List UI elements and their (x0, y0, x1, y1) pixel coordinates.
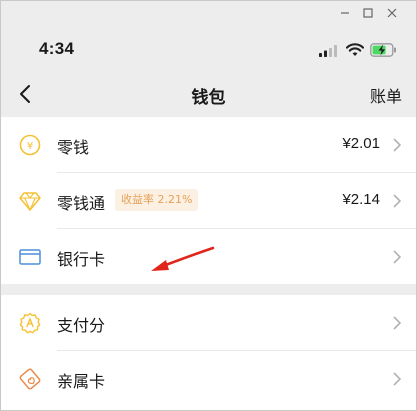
wifi-icon (346, 43, 364, 56)
phone-status-bar: 4:34 (1, 25, 416, 73)
chevron-right-icon (393, 250, 402, 264)
window-titlebar (1, 1, 416, 25)
maximize-icon (363, 8, 373, 18)
chevron-right-icon (393, 138, 402, 152)
app-window: 4:34 钱包 账单 ¥ 零钱 ¥2.01 零钱通 收益率 2.21% ¥2.1… (0, 0, 417, 411)
chevron-right-icon (393, 194, 402, 208)
minimize-button[interactable] (337, 5, 353, 21)
bank-card-icon (18, 245, 42, 269)
family-card-icon (18, 367, 42, 391)
pay-score-icon (18, 311, 42, 335)
chevron-right-icon (393, 316, 402, 330)
item-label: 银行卡 (57, 250, 106, 269)
item-label: 零钱 (57, 138, 90, 157)
item-value: ¥2.01 (342, 135, 380, 152)
battery-charging-icon (370, 43, 396, 57)
list-item-lingqiantong[interactable]: 零钱通 收益率 2.21% ¥2.14 (1, 173, 416, 229)
chevron-right-icon (393, 372, 402, 386)
minimize-icon (341, 12, 349, 14)
maximize-button[interactable] (360, 5, 376, 21)
close-button[interactable] (384, 5, 400, 21)
diamond-icon (18, 189, 42, 213)
status-time: 4:34 (39, 39, 75, 58)
item-label: 支付分 (57, 316, 106, 335)
list-item-pay-score[interactable]: 支付分 (1, 295, 416, 351)
list-item-family-card[interactable]: 亲属卡 (1, 351, 416, 407)
wallet-group-secondary: 支付分 亲属卡 (1, 295, 416, 410)
nav-bar: 钱包 账单 (1, 73, 416, 115)
list-item-change[interactable]: ¥ 零钱 ¥2.01 (1, 117, 416, 173)
item-value: ¥2.14 (342, 191, 380, 208)
coin-icon: ¥ (18, 133, 42, 157)
yield-badge: 收益率 2.21% (115, 189, 199, 211)
svg-text:¥: ¥ (27, 141, 33, 152)
bill-button[interactable]: 账单 (370, 83, 402, 107)
annotation-arrow-icon (151, 246, 215, 271)
cellular-signal-icon (319, 45, 337, 57)
page-title: 钱包 (191, 88, 226, 108)
item-label: 亲属卡 (57, 372, 106, 391)
item-label: 零钱通 (57, 194, 106, 213)
close-icon (387, 8, 397, 18)
